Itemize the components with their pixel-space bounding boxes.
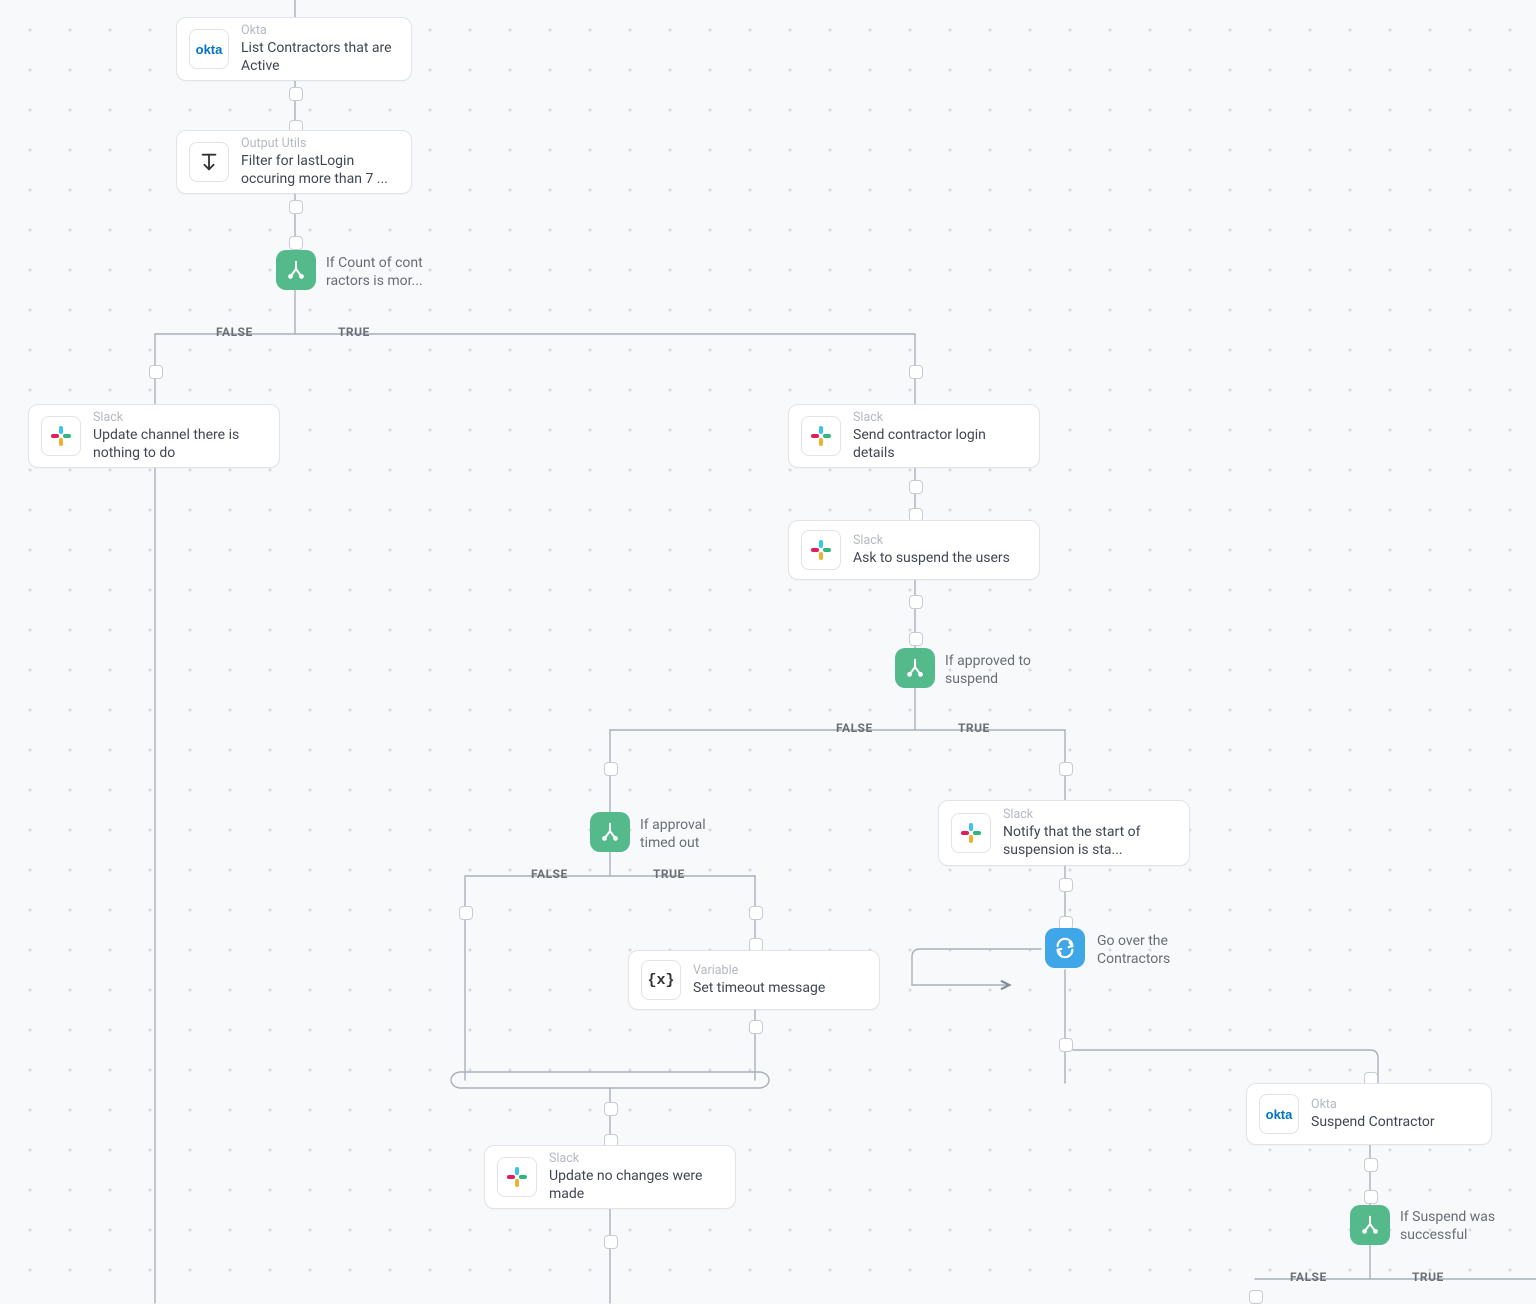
node-service-label: Slack — [853, 410, 1027, 425]
slack-icon — [497, 1157, 537, 1197]
port — [604, 762, 618, 776]
condition-count-contractors-label: If Count of cont ractors is mor... — [326, 254, 456, 290]
condition-approved-suspend[interactable] — [895, 648, 935, 688]
node-okta-suspend-contractor[interactable]: okta Okta Suspend Contractor — [1246, 1083, 1492, 1145]
node-title: Ask to suspend the users — [853, 549, 1010, 567]
slack-icon — [951, 813, 991, 853]
node-slack-no-changes[interactable]: Slack Update no changes were made — [484, 1145, 736, 1209]
port — [909, 632, 923, 646]
node-service-label: Okta — [241, 23, 399, 38]
port — [1059, 762, 1073, 776]
port — [1364, 1158, 1378, 1172]
port — [149, 365, 163, 379]
filter-icon — [189, 142, 229, 182]
node-variable-set-timeout[interactable]: {x} Variable Set timeout message — [628, 950, 880, 1010]
port — [749, 906, 763, 920]
loop-icon — [1054, 937, 1076, 959]
node-service-label: Slack — [1003, 807, 1177, 822]
branch-label-false: FALSE — [836, 721, 873, 735]
node-title: Set timeout message — [693, 979, 825, 997]
node-title: Update no changes were made — [549, 1167, 723, 1203]
workflow-canvas[interactable]: okta Okta List Contractors that are Acti… — [0, 0, 1536, 1303]
node-service-label: Output Utils — [241, 136, 399, 151]
node-slack-notify-suspension[interactable]: Slack Notify that the start of suspensio… — [938, 800, 1190, 866]
port — [459, 906, 473, 920]
branch-label-true: TRUE — [338, 325, 370, 339]
okta-icon: okta — [189, 29, 229, 69]
condition-approved-suspend-label: If approved to suspend — [945, 652, 1065, 688]
port — [289, 87, 303, 101]
node-service-label: Slack — [549, 1151, 723, 1166]
port — [749, 1020, 763, 1034]
port — [1059, 878, 1073, 892]
port — [604, 1102, 618, 1116]
branch-icon — [904, 657, 926, 679]
branch-label-true: TRUE — [653, 867, 685, 881]
loop-go-over-contractors[interactable] — [1045, 928, 1085, 968]
node-okta-list-contractors[interactable]: okta Okta List Contractors that are Acti… — [176, 17, 412, 81]
branch-label-false: FALSE — [531, 867, 568, 881]
node-slack-ask-suspend[interactable]: Slack Ask to suspend the users — [788, 520, 1040, 580]
node-slack-update-nothing[interactable]: Slack Update channel there is nothing to… — [28, 404, 280, 468]
branch-icon — [285, 259, 307, 281]
port — [909, 480, 923, 494]
node-output-utils-filter[interactable]: Output Utils Filter for lastLogin occuri… — [176, 130, 412, 194]
condition-count-contractors[interactable] — [276, 250, 316, 290]
port — [1059, 1038, 1073, 1052]
branch-label-true: TRUE — [958, 721, 990, 735]
slack-icon — [801, 530, 841, 570]
node-title: Update channel there is nothing to do — [93, 426, 267, 462]
condition-approval-timeout-label: If approval timed out — [640, 816, 740, 852]
node-service-label: Slack — [853, 533, 1010, 548]
slack-icon — [801, 416, 841, 456]
slack-icon — [41, 416, 81, 456]
condition-approval-timeout[interactable] — [590, 812, 630, 852]
port — [1249, 1290, 1263, 1304]
node-title: Send contractor login details — [853, 426, 1027, 462]
branch-label-true: TRUE — [1412, 1270, 1444, 1284]
loop-go-over-contractors-label: Go over the Contractors — [1097, 932, 1217, 968]
node-service-label: Okta — [1311, 1097, 1435, 1112]
port — [604, 1235, 618, 1249]
node-title: List Contractors that are Active — [241, 39, 399, 75]
node-title: Filter for lastLogin occuring more than … — [241, 152, 399, 188]
port — [289, 200, 303, 214]
branch-label-false: FALSE — [216, 325, 253, 339]
node-service-label: Variable — [693, 963, 825, 978]
node-title: Notify that the start of suspension is s… — [1003, 823, 1177, 859]
port — [289, 236, 303, 250]
port — [909, 595, 923, 609]
node-service-label: Slack — [93, 410, 267, 425]
condition-suspend-successful-label: If Suspend was successful — [1400, 1208, 1520, 1244]
variable-icon: {x} — [641, 960, 681, 1000]
port — [909, 365, 923, 379]
port — [1364, 1190, 1378, 1204]
node-title: Suspend Contractor — [1311, 1113, 1435, 1131]
node-slack-send-details[interactable]: Slack Send contractor login details — [788, 404, 1040, 468]
branch-label-false: FALSE — [1290, 1270, 1327, 1284]
branch-icon — [1359, 1214, 1381, 1236]
okta-icon: okta — [1259, 1094, 1299, 1134]
condition-suspend-successful[interactable] — [1350, 1205, 1390, 1245]
branch-icon — [599, 821, 621, 843]
